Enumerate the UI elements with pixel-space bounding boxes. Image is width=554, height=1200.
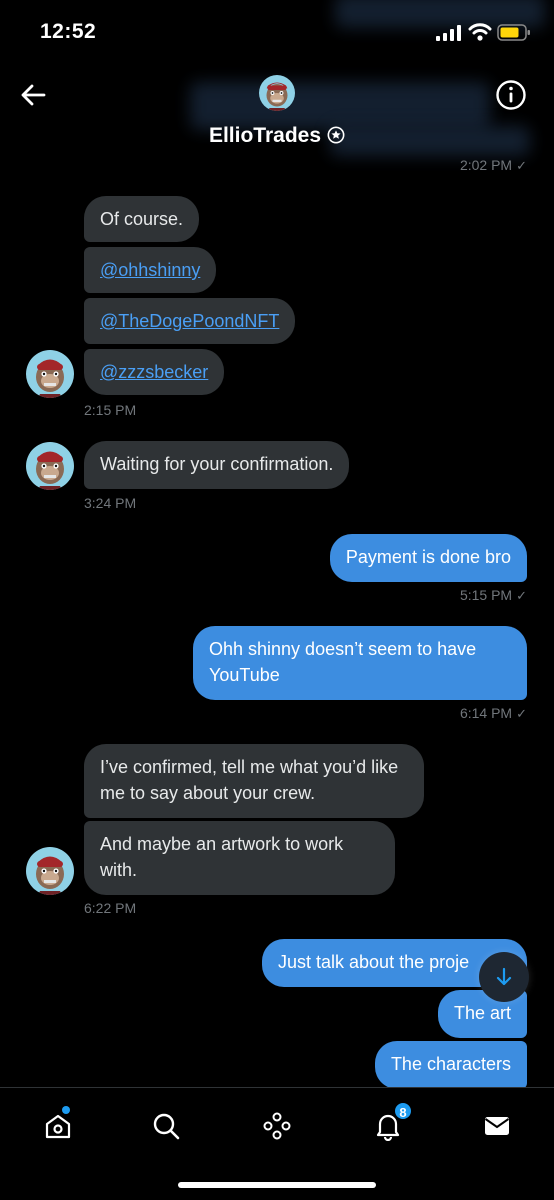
message-timestamp: 2:15 PM <box>84 402 137 418</box>
message-text: Just talk about the proje <box>278 952 470 972</box>
sent-check-icon: ✓ <box>516 588 527 603</box>
battery-icon <box>497 24 530 41</box>
message-text: Waiting for your confirmation. <box>100 454 334 474</box>
message-timestamp: 5:15 PM ✓ <box>380 587 527 604</box>
incoming-message[interactable]: @TheDogePoondNFT <box>84 298 296 344</box>
verified-icon <box>327 126 345 144</box>
home-icon <box>45 1114 71 1139</box>
outgoing-message[interactable]: Ohh shinny doesn’t seem to have YouTube <box>193 626 527 700</box>
mention-link[interactable]: @zzzsbecker <box>100 362 208 382</box>
search-icon <box>153 1113 180 1140</box>
sent-check-icon: ✓ <box>516 158 527 173</box>
tab-home[interactable] <box>38 1106 78 1146</box>
tab-messages[interactable] <box>477 1106 517 1146</box>
mail-icon <box>484 1117 510 1135</box>
message-text: The characters <box>390 1054 511 1074</box>
status-bar: 12:52 <box>0 0 554 62</box>
notification-badge: 8 <box>393 1101 413 1121</box>
message-text: I’ve confirmed, tell me what you’d like … <box>100 757 399 803</box>
message-timestamp: 2:02 PM ✓ <box>380 157 527 174</box>
new-content-dot <box>62 1106 70 1114</box>
cellular-signal-icon <box>436 25 461 41</box>
incoming-message[interactable]: @zzzsbecker <box>84 349 225 395</box>
ape-avatar-icon <box>26 442 74 490</box>
message-timestamp: 6:14 PM ✓ <box>380 705 527 722</box>
message-text: Of course. <box>100 209 184 229</box>
sender-avatar[interactable] <box>26 442 74 490</box>
incoming-message[interactable]: Waiting for your confirmation. <box>84 441 350 489</box>
info-icon[interactable] <box>495 79 527 111</box>
tab-spaces[interactable] <box>257 1106 297 1146</box>
header-avatar[interactable] <box>259 75 295 111</box>
scroll-to-bottom-button[interactable] <box>479 952 529 1002</box>
message-timestamp: 6:22 PM <box>84 900 137 916</box>
mention-link[interactable]: @TheDogePoondNFT <box>100 311 279 331</box>
status-time: 12:52 <box>40 20 97 43</box>
timestamp-text: 6:14 PM <box>459 705 513 721</box>
sender-avatar[interactable] <box>26 350 74 398</box>
contact-name: EllioTrades <box>208 124 322 147</box>
timestamp-text: 2:02 PM <box>459 157 513 173</box>
sender-avatar[interactable] <box>26 847 74 895</box>
chevron-down-icon <box>496 967 512 986</box>
home-indicator <box>178 1182 376 1188</box>
conversation-title[interactable]: EllioTrades <box>0 124 554 148</box>
ape-avatar-icon <box>26 847 74 895</box>
dm-screen: 12:52 EllioTrades 2:02 PM ✓ Of course. @… <box>0 0 554 1200</box>
incoming-message[interactable]: @ohhshinny <box>84 247 217 293</box>
ape-avatar-icon <box>259 75 295 111</box>
tab-search[interactable] <box>146 1106 186 1146</box>
message-text: And maybe an artwork to work with. <box>100 834 344 880</box>
back-arrow-icon[interactable] <box>18 80 48 110</box>
mention-link[interactable]: @ohhshinny <box>100 260 200 280</box>
timestamp-text: 5:15 PM <box>459 587 513 603</box>
ape-avatar-icon <box>26 350 74 398</box>
incoming-message[interactable]: And maybe an artwork to work with. <box>84 821 395 895</box>
outgoing-message[interactable]: The characters <box>374 1041 527 1089</box>
outgoing-message[interactable]: Payment is done bro <box>329 534 527 582</box>
wifi-icon <box>468 23 492 41</box>
spaces-icon <box>263 1112 291 1140</box>
message-text: The art <box>453 1003 511 1023</box>
conversation-header: EllioTrades <box>0 62 554 162</box>
sent-check-icon: ✓ <box>516 706 527 721</box>
blurred-region <box>190 82 490 130</box>
incoming-message[interactable]: Of course. <box>84 196 200 242</box>
message-text: Payment is done bro <box>345 547 511 567</box>
message-text: Ohh shinny doesn’t seem to have YouTube <box>209 639 477 685</box>
incoming-message[interactable]: I’ve confirmed, tell me what you’d like … <box>84 744 424 818</box>
message-timestamp: 3:24 PM <box>84 495 137 511</box>
